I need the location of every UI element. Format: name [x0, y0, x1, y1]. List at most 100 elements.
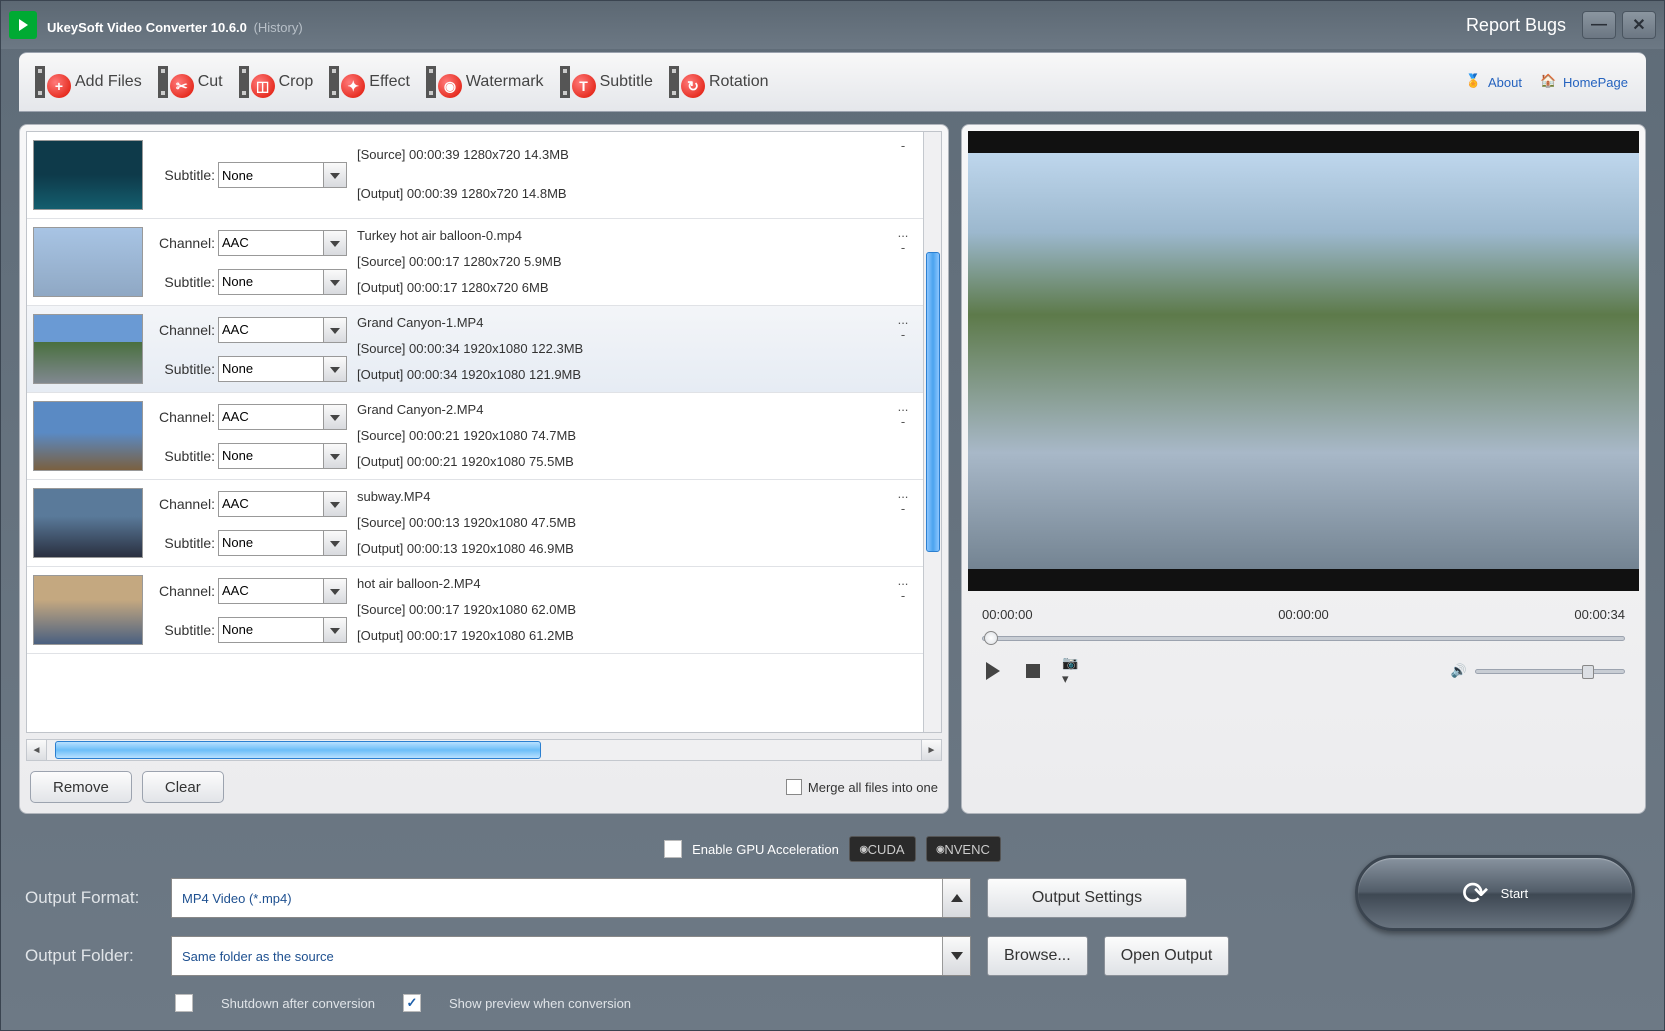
row-flag: - [883, 132, 923, 218]
play-icon [986, 662, 1000, 680]
vertical-scrollbar[interactable] [923, 132, 941, 732]
merge-checkbox[interactable]: Merge all files into one [786, 779, 938, 795]
file-info: Grand Canyon-2.MP4[Source] 00:00:21 1920… [349, 393, 883, 479]
video-thumbnail [33, 314, 143, 384]
preview-area [968, 131, 1639, 591]
row-flag: ...- [883, 219, 923, 305]
snapshot-button[interactable]: 📷▾ [1062, 660, 1084, 682]
add-files-button[interactable]: +Add Files [27, 58, 150, 106]
text-icon: T [572, 74, 596, 98]
file-info: [Source] 00:00:39 1280x720 14.3MB[Output… [349, 132, 883, 218]
file-info: subway.MP4[Source] 00:00:13 1920x1080 47… [349, 480, 883, 566]
subtitle-select[interactable]: None [218, 530, 347, 556]
gpu-label: Enable GPU Acceleration [692, 842, 839, 857]
seek-slider[interactable] [982, 630, 1625, 646]
subtitle-select[interactable]: None [218, 617, 347, 643]
channel-select[interactable]: AAC [218, 230, 347, 256]
time-display: 00:00:0000:00:0000:00:34 [962, 597, 1645, 626]
file-row[interactable]: Channel:AACSubtitle:NoneGrand Canyon-2.M… [27, 393, 923, 480]
subtitle-button[interactable]: TSubtitle [552, 58, 661, 106]
horizontal-scrollbar[interactable]: ◄► [26, 739, 942, 761]
cuda-badge: ◉ CUDA [849, 836, 916, 862]
gpu-checkbox[interactable] [664, 840, 682, 858]
crop-icon: ◫ [251, 74, 275, 98]
stop-button[interactable] [1022, 660, 1044, 682]
crop-button[interactable]: ◫Crop [231, 58, 322, 106]
open-output-button[interactable]: Open Output [1104, 936, 1230, 976]
subtitle-select[interactable]: None [218, 443, 347, 469]
home-icon: 🏠 [1540, 73, 1558, 91]
app-logo-icon [9, 11, 37, 39]
subtitle-label: Subtitle: [151, 448, 215, 464]
volume-icon[interactable]: 🔊 [1451, 663, 1467, 679]
channel-label: Channel: [151, 235, 215, 251]
file-row[interactable]: Channel:AACSubtitle:NoneGrand Canyon-1.M… [27, 306, 923, 393]
row-flag: ...- [883, 393, 923, 479]
row-flag: ...- [883, 567, 923, 653]
row-flag: ...- [883, 480, 923, 566]
file-row[interactable]: Channel:AAC Subtitle:Nonesubway.MP4[Sourc… [27, 480, 923, 567]
subtitle-select[interactable]: None [218, 269, 347, 295]
channel-select[interactable]: AAC [218, 491, 347, 517]
video-thumbnail [33, 488, 143, 558]
subtitle-select[interactable]: None [218, 162, 347, 188]
output-format-label: Output Format: [25, 888, 155, 908]
medal-icon: 🏅 [1465, 73, 1483, 91]
video-thumbnail [33, 401, 143, 471]
homepage-link[interactable]: 🏠HomePage [1540, 73, 1628, 91]
camera-icon: 📷▾ [1062, 655, 1084, 687]
row-flag: ...- [883, 306, 923, 392]
shutdown-label: Shutdown after conversion [221, 996, 375, 1011]
watermark-button[interactable]: ◉Watermark [418, 58, 552, 106]
channel-select[interactable]: AAC [218, 404, 347, 430]
effect-button[interactable]: ✦Effect [321, 58, 418, 106]
subtitle-label: Subtitle: [151, 622, 215, 638]
shutdown-checkbox[interactable] [175, 994, 193, 1012]
drop-icon: ◉ [438, 74, 462, 98]
video-thumbnail [33, 227, 143, 297]
file-info: Turkey hot air balloon-0.mp4[Source] 00:… [349, 219, 883, 305]
report-bugs-link[interactable]: Report Bugs [1466, 15, 1566, 36]
rotation-button[interactable]: ↻Rotation [661, 58, 777, 106]
subtitle-label: Subtitle: [151, 535, 215, 551]
start-button[interactable]: ⟳ Start [1355, 855, 1635, 931]
minimize-button[interactable]: — [1582, 11, 1616, 39]
channel-select[interactable]: AAC [218, 317, 347, 343]
file-info: Grand Canyon-1.MP4[Source] 00:00:34 1920… [349, 306, 883, 392]
channel-label: Channel: [151, 496, 215, 512]
clear-button[interactable]: Clear [142, 771, 224, 803]
file-row[interactable]: Channel:AAC Subtitle:Nonehot air balloon-… [27, 567, 923, 654]
play-button[interactable] [982, 660, 1004, 682]
channel-label: Channel: [151, 322, 215, 338]
main-toolbar: +Add Files ✂Cut ◫Crop ✦Effect ◉Watermark… [19, 52, 1646, 112]
browse-button[interactable]: Browse... [987, 936, 1088, 976]
video-thumbnail [33, 575, 143, 645]
close-button[interactable]: ✕ [1622, 11, 1656, 39]
output-folder-label: Output Folder: [25, 946, 155, 966]
channel-label: Channel: [151, 583, 215, 599]
cut-button[interactable]: ✂Cut [150, 58, 231, 106]
titlebar: UkeySoft Video Converter 10.6.0 (History… [1, 1, 1664, 49]
stop-icon [1026, 664, 1040, 678]
output-format-select[interactable]: MP4 Video (*.mp4) [171, 878, 971, 918]
subtitle-select[interactable]: None [218, 356, 347, 382]
channel-select[interactable]: AAC [218, 578, 347, 604]
rotate-icon: ↻ [681, 74, 705, 98]
window-title: UkeySoft Video Converter 10.6.0 (History… [47, 11, 303, 39]
about-link[interactable]: 🏅About [1465, 73, 1522, 91]
preview-label: Show preview when conversion [449, 996, 631, 1011]
file-list: Subtitle:None[Source] 00:00:39 1280x720 … [26, 131, 942, 733]
wand-icon: ✦ [341, 74, 365, 98]
output-settings-button[interactable]: Output Settings [987, 878, 1187, 918]
volume-slider[interactable] [1475, 669, 1625, 674]
file-row[interactable]: Subtitle:None[Source] 00:00:39 1280x720 … [27, 132, 923, 219]
refresh-icon: ⟳ [1462, 874, 1489, 912]
file-list-panel: Subtitle:None[Source] 00:00:39 1280x720 … [19, 124, 949, 814]
subtitle-label: Subtitle: [151, 167, 215, 183]
file-row[interactable]: Channel:AACSubtitle:NoneTurkey hot air b… [27, 219, 923, 306]
output-folder-select[interactable]: Same folder as the source [171, 936, 971, 976]
nvenc-badge: ◉ NVENC [926, 836, 1001, 862]
file-info: hot air balloon-2.MP4[Source] 00:00:17 1… [349, 567, 883, 653]
remove-button[interactable]: Remove [30, 771, 132, 803]
preview-checkbox[interactable]: ✓ [403, 994, 421, 1012]
